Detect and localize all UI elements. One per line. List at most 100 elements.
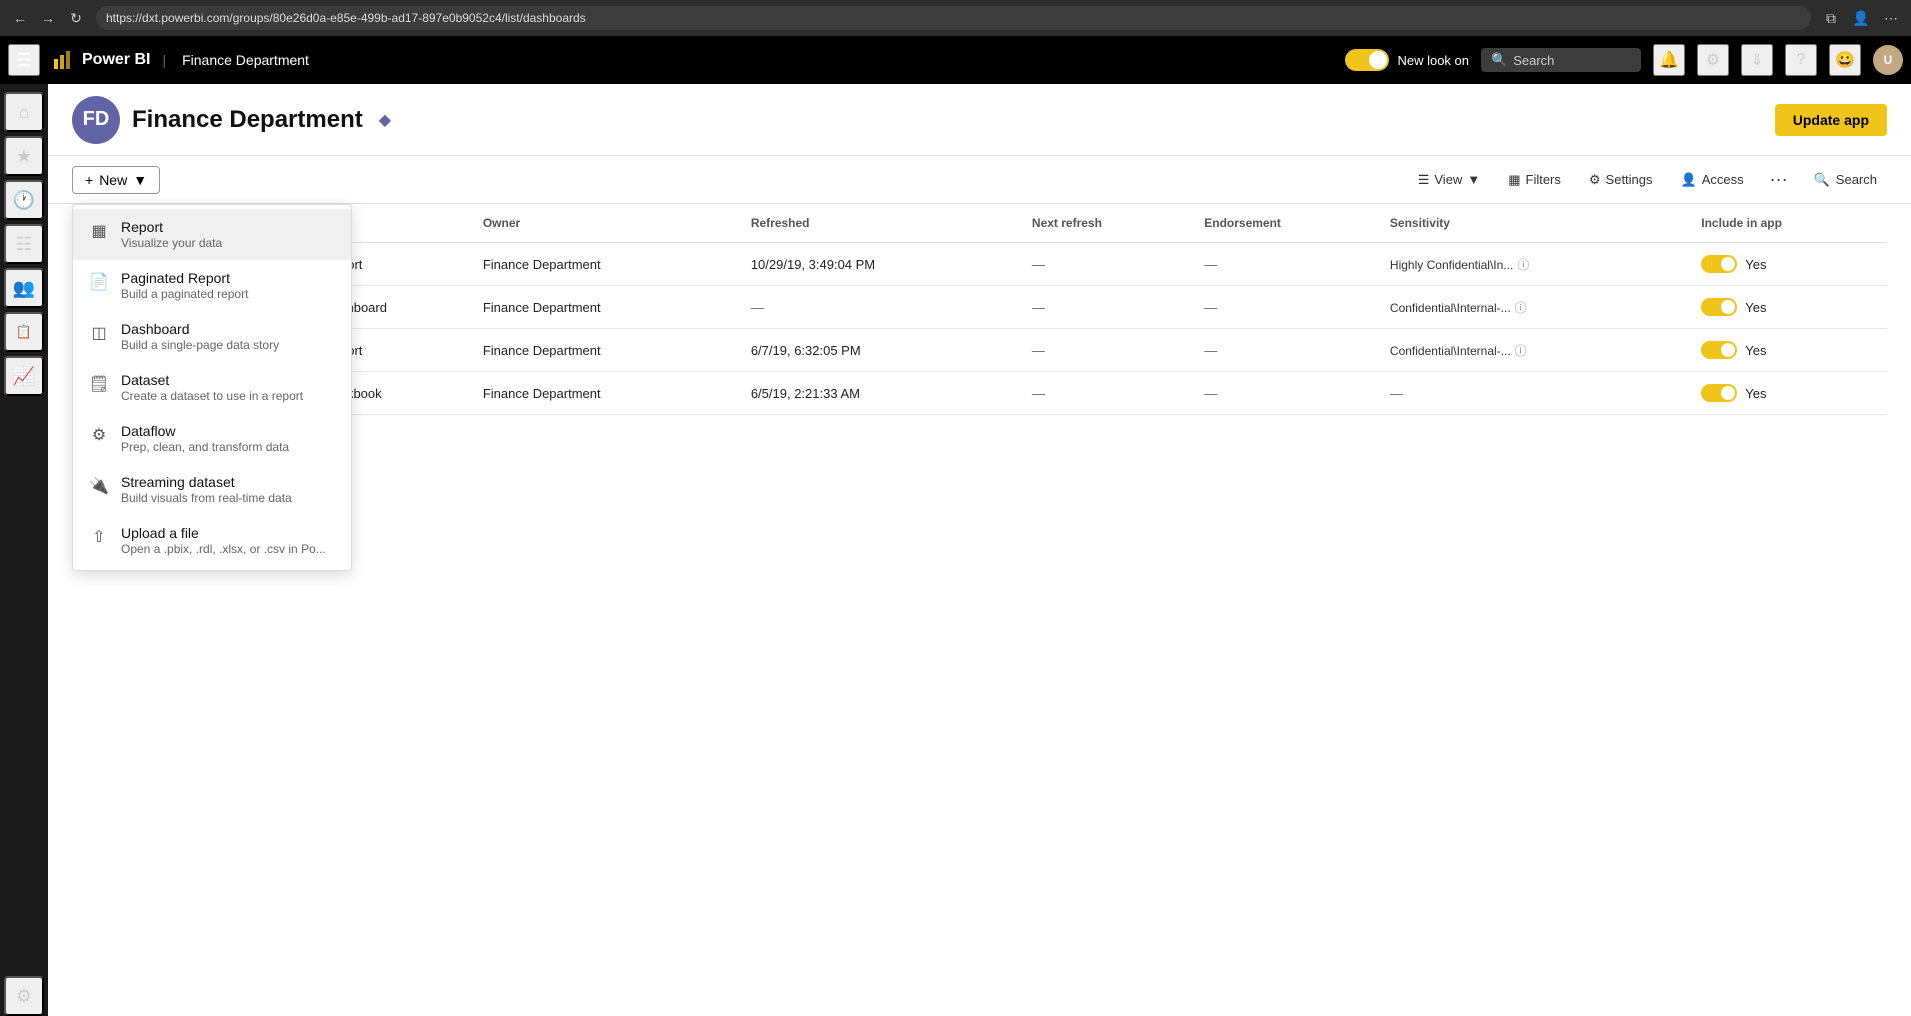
cell-refreshed: 6/7/19, 6:32:05 PM xyxy=(743,329,1024,372)
dropdown-item-icon-dataset: 🗒 xyxy=(89,374,109,394)
cell-next-refresh: — xyxy=(1024,372,1196,415)
sidebar-home[interactable]: ⌂ xyxy=(4,92,44,132)
refresh-button[interactable]: ↻ xyxy=(64,6,88,30)
include-label: Yes xyxy=(1745,300,1766,315)
include-toggle[interactable] xyxy=(1701,384,1737,402)
settings-label: Settings xyxy=(1606,172,1653,187)
dropdown-item-desc-streaming_dataset: Build visuals from real-time data xyxy=(121,491,292,505)
new-btn-label: New xyxy=(99,172,127,188)
topnav-search-box[interactable]: 🔍 Search xyxy=(1481,48,1641,72)
info-icon[interactable]: ⓘ xyxy=(1517,258,1529,272)
settings-action[interactable]: ⚙ Settings xyxy=(1579,167,1663,193)
col-include-in-app: Include in app xyxy=(1693,204,1887,243)
cell-sensitivity: Confidential\Internal-...ⓘ xyxy=(1382,286,1693,329)
access-label: Access xyxy=(1702,172,1744,187)
user-avatar[interactable]: U xyxy=(1873,45,1903,75)
workspace-name-nav: Finance Department xyxy=(182,52,309,68)
sidebar-apps[interactable]: ☷ xyxy=(4,224,44,264)
dropdown-item-upload_file[interactable]: ⇧ Upload a file Open a .pbix, .rdl, .xls… xyxy=(73,515,351,566)
cell-sensitivity: — xyxy=(1382,372,1693,415)
cell-sensitivity: Highly Confidential\In...ⓘ xyxy=(1382,243,1693,286)
cell-next-refresh: — xyxy=(1024,286,1196,329)
sidebar-settings-bottom[interactable]: ⚙ xyxy=(4,976,44,1016)
include-toggle[interactable] xyxy=(1701,341,1737,359)
endorsed-icon: ◆ xyxy=(379,110,391,130)
powerbi-logo-icon xyxy=(52,49,74,71)
toolbar: + New ▼ ☰ View ▼ ▦ Filters ⚙ Settings 👤 … xyxy=(48,156,1911,204)
sidebar-favorites[interactable]: ★ xyxy=(4,136,44,176)
powerbi-logo: Power BI xyxy=(52,49,150,71)
sidebar-workspace[interactable]: 👥 xyxy=(4,268,44,308)
cell-endorsement: — xyxy=(1196,372,1382,415)
cell-include-in-app: Yes xyxy=(1693,286,1887,329)
access-icon: 👤 xyxy=(1681,172,1697,188)
cell-owner: Finance Department xyxy=(475,372,743,415)
cell-endorsement: — xyxy=(1196,243,1382,286)
view-chevron-icon: ▼ xyxy=(1467,172,1480,187)
back-button[interactable]: ← xyxy=(8,6,32,30)
include-toggle[interactable] xyxy=(1701,255,1737,273)
view-action[interactable]: ☰ View ▼ xyxy=(1408,167,1490,193)
cell-sensitivity: Confidential\Internal-...ⓘ xyxy=(1382,329,1693,372)
dropdown-item-dataset[interactable]: 🗒 Dataset Create a dataset to use in a r… xyxy=(73,362,351,413)
settings-button[interactable]: ⚙ xyxy=(1697,44,1729,76)
dropdown-item-dataflow[interactable]: ⚙ Dataflow Prep, clean, and transform da… xyxy=(73,413,351,464)
dropdown-item-icon-report: ▦ xyxy=(89,221,109,241)
sidebar-recents[interactable]: 🕐 xyxy=(4,180,44,220)
extensions-button[interactable]: ⧉ xyxy=(1819,6,1843,30)
col-owner: Owner xyxy=(475,204,743,243)
profile-button[interactable]: 👤 xyxy=(1849,6,1873,30)
info-icon[interactable]: ⓘ xyxy=(1515,344,1527,358)
include-toggle[interactable] xyxy=(1701,298,1737,316)
dropdown-item-title-dashboard: Dashboard xyxy=(121,321,279,337)
dropdown-item-report[interactable]: ▦ Report Visualize your data xyxy=(73,209,351,260)
more-options-button[interactable]: ⋯ xyxy=(1879,6,1903,30)
dropdown-item-paginated_report[interactable]: 📄 Paginated Report Build a paginated rep… xyxy=(73,260,351,311)
dropdown-item-desc-dataflow: Prep, clean, and transform data xyxy=(121,440,289,454)
forward-button[interactable]: → xyxy=(36,6,60,30)
browser-bar: ← → ↻ https://dxt.powerbi.com/groups/80e… xyxy=(0,0,1911,36)
plus-icon: + xyxy=(85,172,93,188)
update-app-button[interactable]: Update app xyxy=(1775,104,1887,136)
include-label: Yes xyxy=(1745,386,1766,401)
col-sensitivity: Sensitivity xyxy=(1382,204,1693,243)
search-icon: 🔍 xyxy=(1491,52,1507,68)
download-button[interactable]: ⇓ xyxy=(1741,44,1773,76)
more-button[interactable]: ··· xyxy=(1762,165,1796,194)
address-bar[interactable]: https://dxt.powerbi.com/groups/80e26d0a-… xyxy=(96,6,1811,30)
toolbar-search-icon: 🔍 xyxy=(1814,172,1830,188)
dropdown-item-title-dataflow: Dataflow xyxy=(121,423,289,439)
sidebar-metrics[interactable]: 📈 xyxy=(4,356,44,396)
filters-action[interactable]: ▦ Filters xyxy=(1498,167,1571,193)
dropdown-item-streaming_dataset[interactable]: 🔌 Streaming dataset Build visuals from r… xyxy=(73,464,351,515)
dropdown-item-title-dataset: Dataset xyxy=(121,372,303,388)
cell-owner: Finance Department xyxy=(475,286,743,329)
cell-owner: Finance Department xyxy=(475,243,743,286)
sidebar-browse[interactable]: 📋 xyxy=(4,312,44,352)
help-button[interactable]: ? xyxy=(1785,44,1817,76)
info-icon[interactable]: ⓘ xyxy=(1515,301,1527,315)
notification-button[interactable]: 🔔 xyxy=(1653,44,1685,76)
cell-include-in-app: Yes xyxy=(1693,372,1887,415)
col-endorsement: Endorsement xyxy=(1196,204,1382,243)
hamburger-menu[interactable]: ☰ xyxy=(8,44,40,76)
dropdown-item-title-paginated_report: Paginated Report xyxy=(121,270,248,286)
feedback-button[interactable]: 😀 xyxy=(1829,44,1861,76)
url-text: https://dxt.powerbi.com/groups/80e26d0a-… xyxy=(106,11,586,25)
dropdown-item-icon-dataflow: ⚙ xyxy=(89,425,109,445)
new-look-label: New look on xyxy=(1397,53,1469,68)
dropdown-item-desc-dataset: Create a dataset to use in a report xyxy=(121,389,303,403)
workspace-avatar: FD xyxy=(72,96,120,144)
cell-owner: Finance Department xyxy=(475,329,743,372)
access-action[interactable]: 👤 Access xyxy=(1671,167,1754,193)
cell-refreshed: 6/5/19, 2:21:33 AM xyxy=(743,372,1024,415)
new-look-toggle[interactable] xyxy=(1345,49,1389,71)
sidebar: ⌂ ★ 🕐 ☷ 👥 📋 📈 ⚙ xyxy=(0,84,48,1016)
main-layout: ⌂ ★ 🕐 ☷ 👥 📋 📈 ⚙ FD Finance Department ◆ … xyxy=(0,84,1911,1016)
dropdown-item-dashboard[interactable]: ◫ Dashboard Build a single-page data sto… xyxy=(73,311,351,362)
workspace-avatar-text: FD xyxy=(83,108,110,131)
search-action[interactable]: 🔍 Search xyxy=(1804,167,1887,193)
dropdown-item-title-upload_file: Upload a file xyxy=(121,525,326,541)
new-button[interactable]: + New ▼ xyxy=(72,166,160,194)
col-next-refresh: Next refresh xyxy=(1024,204,1196,243)
